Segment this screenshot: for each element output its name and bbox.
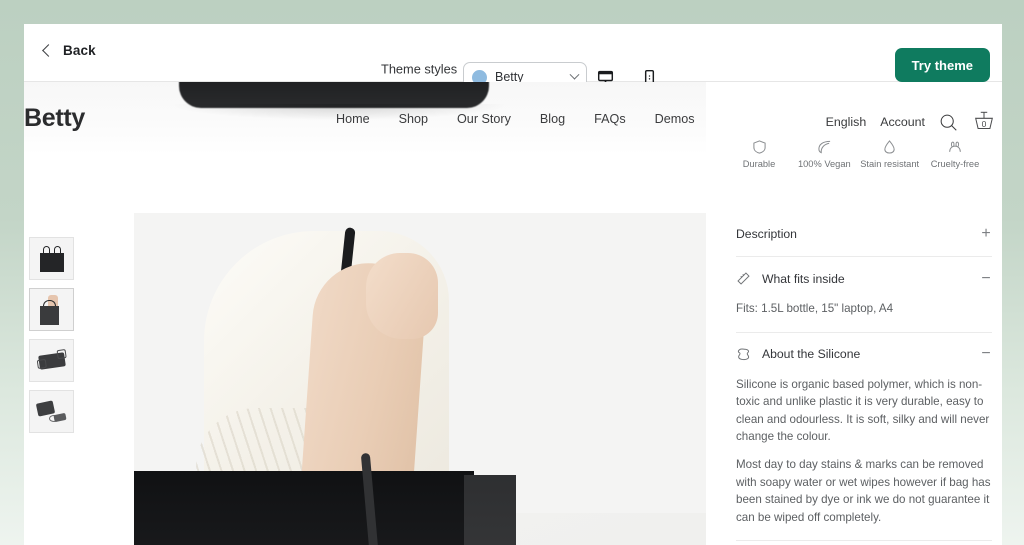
ruler-icon [736,271,751,286]
nav-item-shop[interactable]: Shop [399,112,428,126]
tote-upright-icon [39,245,64,272]
product-main-image[interactable] [134,213,706,545]
accordion-header-reviews[interactable]: Reviews + [736,540,992,545]
site-header: Betty Home Shop Our Story Blog FAQs Demo… [24,82,1002,154]
tote-bag-front [134,471,474,545]
chevron-down-icon [569,69,580,80]
accordion-body-what-fits-inside: Fits: 1.5L bottle, 15" laptop, A4 [736,300,992,332]
feature-stain-resistant-label: Stain resistant [860,159,920,169]
silicone-paragraph-2: Most day to day stains & marks can be re… [736,458,991,524]
gallery-thumbnail-list [29,237,74,433]
theme-styles-label: Theme styles [381,61,458,77]
admin-top-bar: Back Theme styles Betty Try theme [24,24,1002,99]
accordion-header-about-the-silicone[interactable]: About the Silicone − [736,331,992,376]
tote-bag-side [464,475,516,545]
nav-item-blog[interactable]: Blog [540,112,565,126]
search-button[interactable] [939,113,958,132]
gallery-thumbnail-2[interactable] [29,288,74,331]
site-logo[interactable]: Betty [24,104,85,133]
back-button-label: Back [63,43,96,58]
nav-item-home[interactable]: Home [336,112,370,126]
gallery-thumbnail-1[interactable] [29,237,74,280]
storefront-preview: Betty Home Shop Our Story Blog FAQs Demo… [24,82,1002,545]
accordion-title-what-fits-inside: What fits inside [762,271,845,286]
chevron-left-icon [42,44,55,57]
accordion-title-about-the-silicone: About the Silicone [762,347,861,362]
tote-held-icon [36,294,68,325]
accordion-title-description: Description [736,227,797,241]
feature-durable-label: Durable [742,159,776,169]
nav-item-faqs[interactable]: FAQs [594,112,626,126]
gallery-thumbnail-4[interactable] [29,390,74,433]
main-navigation: Home Shop Our Story Blog FAQs Demos [336,112,695,126]
gallery-thumbnail-3[interactable] [29,339,74,382]
language-selector[interactable]: English [826,115,867,129]
search-icon [940,114,957,131]
nav-item-demos[interactable]: Demos [655,112,695,126]
feature-vegan-label: 100% Vegan [797,159,851,169]
silicone-paragraph-1: Silicone is organic based polymer, which… [736,377,990,444]
theme-preview-window: Back Theme styles Betty Try theme Betty … [24,24,1002,545]
feature-cruelty-free-label: Cruelty-free [930,159,980,169]
nav-item-our-story[interactable]: Our Story [457,112,511,126]
accordion-header-description[interactable]: Description + [736,212,992,256]
header-utilities: English Account 0 [826,110,996,134]
accordion-toggle-about-the-silicone[interactable]: − [980,346,992,362]
account-link[interactable]: Account [880,115,925,129]
cart-item-count: 0 [981,119,987,129]
what-fits-inside-text: Fits: 1.5L bottle, 15" laptop, A4 [736,302,894,315]
cart-button[interactable]: 0 [972,110,996,134]
accordion-toggle-what-fits-inside[interactable]: − [980,270,992,287]
accordion-toggle-description[interactable]: + [980,226,992,242]
try-theme-button[interactable]: Try theme [894,48,990,82]
accordion-body-about-the-silicone: Silicone is organic based polymer, which… [736,376,992,541]
accordion-header-what-fits-inside[interactable]: What fits inside − [736,256,992,300]
model-hand [366,253,438,339]
product-accordion: Description + What fits inside − Fits: 1… [736,212,992,545]
tote-pouch-icon [35,399,67,422]
back-button[interactable]: Back [34,38,104,63]
tote-folded-icon [35,348,68,374]
material-swatch-icon [736,347,751,362]
